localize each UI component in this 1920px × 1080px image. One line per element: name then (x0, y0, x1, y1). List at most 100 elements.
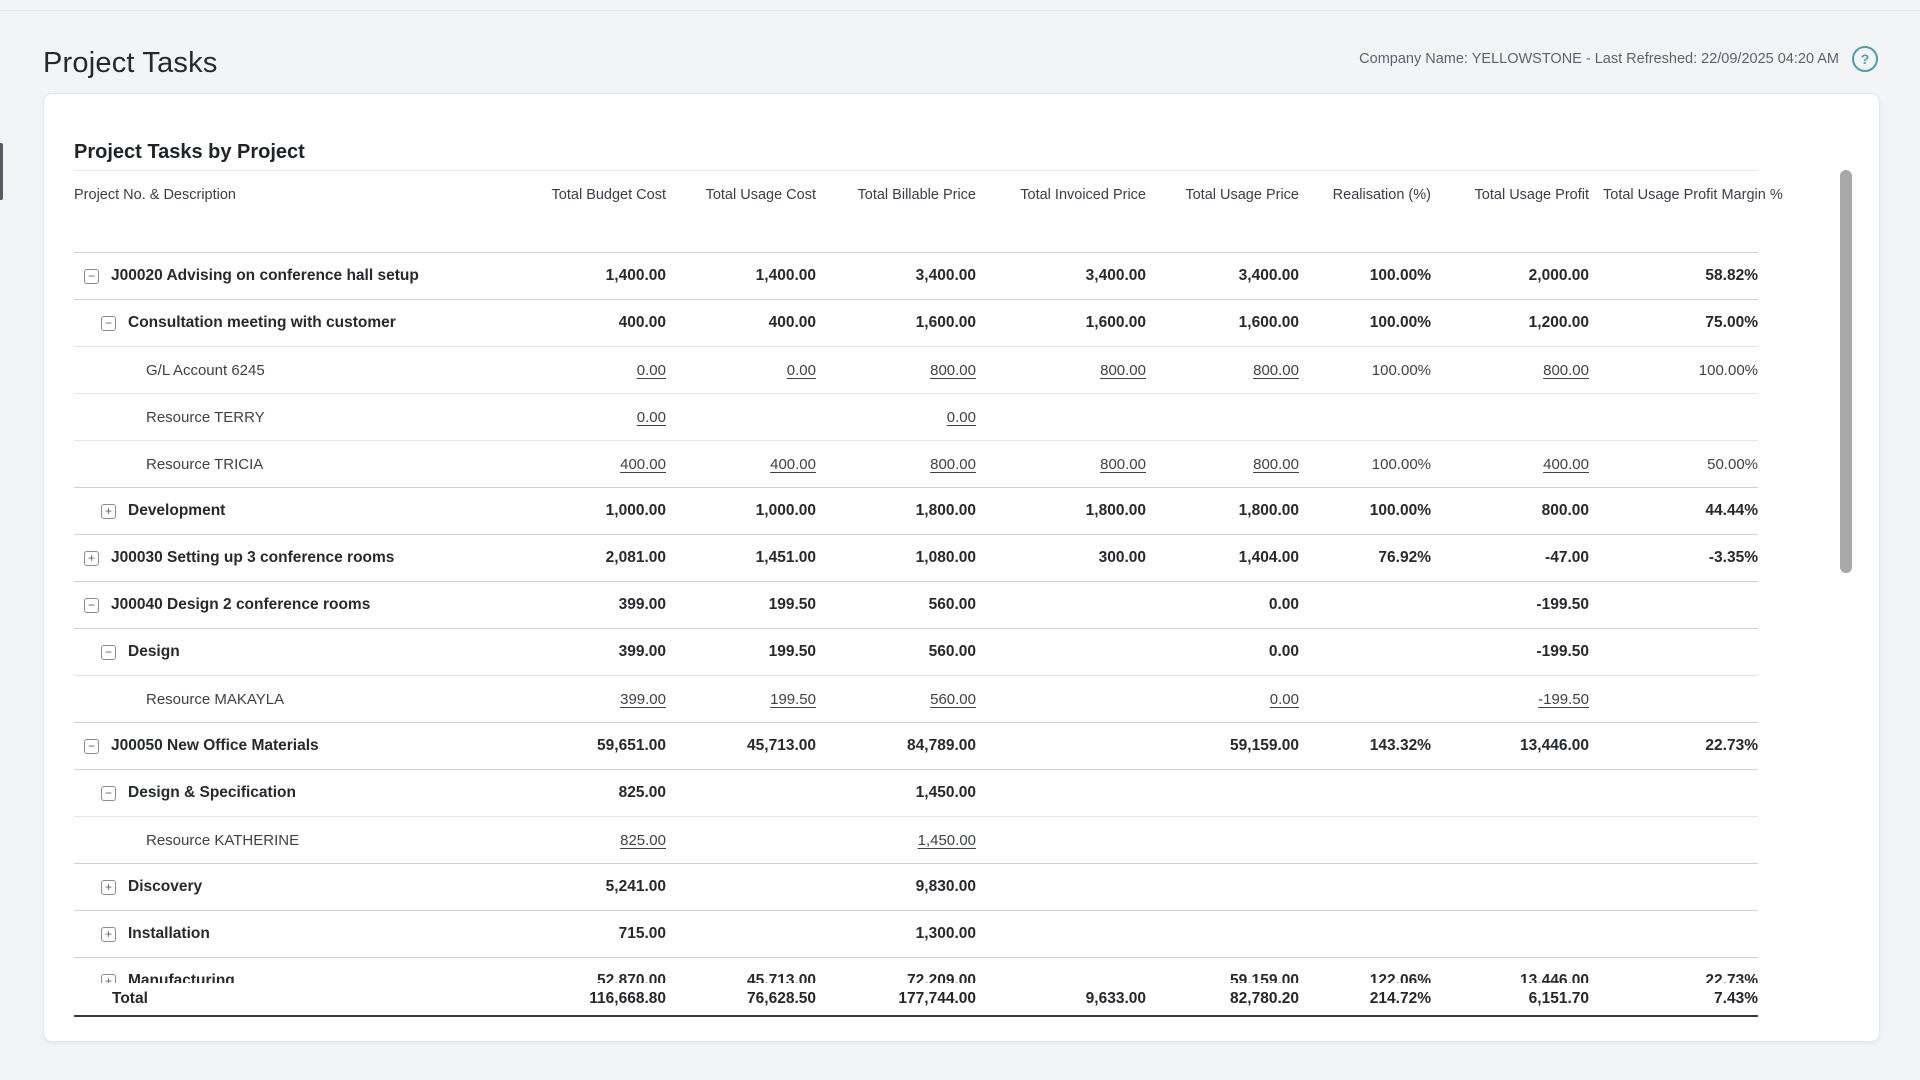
value-link[interactable]: -199.50 (1538, 691, 1589, 708)
value-text: 100.00% (1372, 456, 1431, 473)
row-label-cell: +Installation (74, 925, 506, 943)
value-link[interactable]: 800.00 (1100, 362, 1146, 379)
value-link[interactable]: 800.00 (1543, 362, 1589, 379)
value-cell: 1,404.00 (1146, 549, 1299, 567)
value-link[interactable]: 0.00 (947, 409, 976, 426)
value-cell: 0.00 (1146, 691, 1299, 708)
value-cell: 1,451.00 (666, 549, 816, 567)
value-link[interactable]: 399.00 (620, 691, 666, 708)
value-text: 122.06% (1370, 972, 1431, 983)
value-text: 1,800.00 (1086, 502, 1146, 519)
value-cell: 13,446.00 (1431, 737, 1589, 755)
total-value: 82,780.20 (1146, 990, 1299, 1008)
collapse-icon[interactable]: − (84, 269, 99, 284)
expand-icon[interactable]: + (101, 974, 116, 984)
value-text: 45,713.00 (747, 737, 816, 754)
project-tasks-table: Project No. & DescriptionTotal Budget Co… (74, 170, 1758, 1017)
row-label-cell: Resource MAKAYLA (74, 691, 506, 708)
value-link[interactable]: 825.00 (620, 832, 666, 849)
collapse-icon[interactable]: − (84, 598, 99, 613)
value-text: 400.00 (769, 314, 816, 331)
table-row: +Discovery5,241.009,830.00 (74, 863, 1758, 910)
value-link[interactable]: 0.00 (637, 409, 666, 426)
value-cell: 45,713.00 (666, 737, 816, 755)
total-value: 177,744.00 (816, 990, 976, 1008)
value-link[interactable]: 1,450.00 (918, 832, 976, 849)
value-link[interactable]: 800.00 (1253, 456, 1299, 473)
value-link[interactable]: 199.50 (770, 691, 816, 708)
value-text: 1,600.00 (1239, 314, 1299, 331)
row-label: Resource TRICIA (146, 456, 263, 473)
value-link[interactable]: 400.00 (770, 456, 816, 473)
value-cell: 59,159.00 (1146, 972, 1299, 983)
value-link[interactable]: 560.00 (930, 691, 976, 708)
value-cell: 58.82% (1589, 267, 1758, 285)
expand-icon[interactable]: + (84, 551, 99, 566)
value-text: 1,600.00 (916, 314, 976, 331)
value-cell: 100.00% (1299, 267, 1431, 285)
collapse-icon[interactable]: − (101, 786, 116, 801)
value-text: 2,000.00 (1529, 267, 1589, 284)
value-text: 59,159.00 (1230, 972, 1299, 983)
collapse-icon[interactable]: − (101, 316, 116, 331)
value-cell: 300.00 (976, 549, 1146, 567)
value-link[interactable]: 0.00 (637, 362, 666, 379)
value-cell: 76.92% (1299, 549, 1431, 567)
value-link[interactable]: 0.00 (787, 362, 816, 379)
row-label: G/L Account 6245 (146, 362, 265, 379)
row-label-cell: + Development (74, 502, 506, 520)
value-cell: 2,000.00 (1431, 267, 1589, 285)
expand-icon[interactable]: + (101, 504, 116, 519)
value-text: 300.00 (1099, 549, 1146, 566)
collapse-icon[interactable]: − (84, 739, 99, 754)
value-text: -199.50 (1536, 596, 1589, 613)
row-label: J00030 Setting up 3 conference rooms (111, 549, 394, 567)
value-cell: 825.00 (506, 784, 666, 802)
value-text: 44.44% (1705, 502, 1758, 519)
value-text: 75.00% (1705, 314, 1758, 331)
collapse-icon[interactable]: − (101, 645, 116, 660)
table-row: G/L Account 6245 0.00 0.00 800.00 800.00 800.… (74, 346, 1758, 393)
row-label: Development (128, 502, 225, 520)
value-text: 1,800.00 (1239, 502, 1299, 519)
column-header: Total Usage Price (1146, 171, 1299, 252)
value-text: 1,400.00 (756, 267, 816, 284)
value-cell: -47.00 (1431, 549, 1589, 567)
value-cell: 1,450.00 (816, 832, 976, 849)
table-row: +Development1,000.001,000.001,800.001,80… (74, 487, 1758, 534)
row-label-cell: Resource KATHERINE (74, 832, 506, 849)
value-cell: 800.00 (1146, 362, 1299, 379)
row-label: Design & Specification (128, 784, 296, 802)
total-value: 9,633.00 (976, 990, 1146, 1008)
expand-icon[interactable]: + (101, 927, 116, 942)
value-cell: 399.00 (506, 643, 666, 661)
value-cell: 800.00 (816, 362, 976, 379)
scrollbar-thumb[interactable] (1840, 170, 1852, 573)
row-label-cell: −Design (74, 643, 506, 661)
value-cell: 400.00 (666, 456, 816, 473)
value-text: 0.00 (1269, 643, 1299, 660)
value-text: 1,000.00 (606, 502, 666, 519)
value-link[interactable]: 800.00 (1253, 362, 1299, 379)
value-cell: 800.00 (976, 362, 1146, 379)
value-cell: 399.00 (506, 596, 666, 614)
value-link[interactable]: 0.00 (1270, 691, 1299, 708)
value-cell: 1,600.00 (816, 314, 976, 332)
value-text: 1,451.00 (756, 549, 816, 566)
table-row: −Design & Specification825.001,450.00 (74, 769, 1758, 816)
row-label-cell: Resource TERRY (74, 409, 506, 426)
row-label: J00050 New Office Materials (111, 737, 319, 755)
value-link[interactable]: 800.00 (930, 362, 976, 379)
value-link[interactable]: 800.00 (1100, 456, 1146, 473)
value-cell: 1,800.00 (816, 502, 976, 520)
value-link[interactable]: 800.00 (930, 456, 976, 473)
help-icon[interactable]: ? (1852, 46, 1878, 72)
value-cell: 1,600.00 (1146, 314, 1299, 332)
value-link[interactable]: 400.00 (620, 456, 666, 473)
expand-icon[interactable]: + (101, 880, 116, 895)
value-text: 1,200.00 (1529, 314, 1589, 331)
value-cell: 400.00 (506, 456, 666, 473)
value-link[interactable]: 400.00 (1543, 456, 1589, 473)
value-cell: 143.32% (1299, 737, 1431, 755)
row-label: Resource TERRY (146, 409, 265, 426)
